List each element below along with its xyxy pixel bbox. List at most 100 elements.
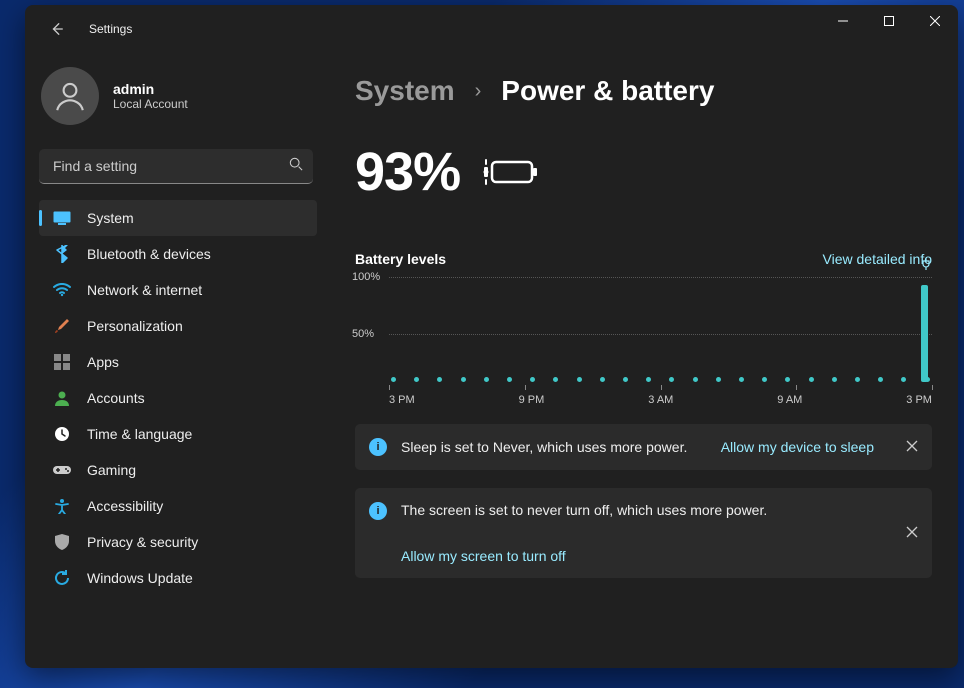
- breadcrumb: System › Power & battery: [355, 75, 932, 107]
- sidebar-item-label: Time & language: [87, 426, 192, 442]
- info-icon: i: [369, 438, 387, 456]
- chart-dot: [762, 377, 767, 382]
- x-tick: [389, 385, 390, 390]
- chart-dot: [809, 377, 814, 382]
- x-tick: [525, 385, 526, 390]
- battery-levels-header: Battery levels View detailed info: [355, 251, 932, 267]
- y-tick-100: 100%: [352, 271, 380, 283]
- person-icon: [53, 79, 87, 113]
- current-level-bar: [921, 285, 928, 382]
- app-title: Settings: [89, 22, 132, 36]
- x-tick: [661, 385, 662, 390]
- brush-icon: [53, 318, 71, 334]
- minimize-button[interactable]: [820, 5, 866, 37]
- plug-indicator-icon: [920, 258, 932, 273]
- battery-charging-icon: [482, 154, 538, 190]
- dismiss-button[interactable]: [906, 525, 918, 541]
- sidebar-item-gaming[interactable]: Gaming: [39, 452, 317, 488]
- update-icon: [53, 570, 71, 586]
- maximize-icon: [884, 16, 894, 26]
- chart-dot: [553, 377, 558, 382]
- sidebar-item-label: Windows Update: [87, 570, 193, 586]
- gamepad-icon: [53, 464, 71, 476]
- nav-list: System Bluetooth & devices Network & inter…: [39, 200, 317, 596]
- sidebar-item-privacy-security[interactable]: Privacy & security: [39, 524, 317, 560]
- chart-dot: [832, 377, 837, 382]
- sidebar-item-label: Accounts: [87, 390, 145, 406]
- info-action-link[interactable]: Allow my screen to turn off: [401, 548, 918, 564]
- sidebar-item-windows-update[interactable]: Windows Update: [39, 560, 317, 596]
- chart-dots: [389, 377, 932, 382]
- battery-chart[interactable]: 100% 50% 3 PM9 PM3 AM9 AM3 PM: [355, 277, 932, 406]
- close-icon: [906, 440, 918, 452]
- back-button[interactable]: [41, 13, 73, 45]
- maximize-button[interactable]: [866, 5, 912, 37]
- sidebar-item-time-language[interactable]: Time & language: [39, 416, 317, 452]
- sidebar-item-network-internet[interactable]: Network & internet: [39, 272, 317, 308]
- chart-dot: [623, 377, 628, 382]
- info-action-link[interactable]: Allow my device to sleep: [721, 439, 874, 455]
- sidebar-item-apps[interactable]: Apps: [39, 344, 317, 380]
- x-label: 3 PM: [389, 394, 415, 406]
- x-label: 3 PM: [906, 394, 932, 406]
- profile-block[interactable]: admin Local Account: [39, 53, 317, 145]
- content-area: System › Power & battery 93% Battery lev…: [325, 53, 958, 668]
- info-text: Sleep is set to Never, which uses more p…: [401, 439, 687, 455]
- chart-dot: [414, 377, 419, 382]
- caption-controls: [820, 5, 958, 53]
- close-icon: [906, 526, 918, 538]
- chart-dot: [669, 377, 674, 382]
- bluetooth-icon: [53, 245, 71, 263]
- search-icon: [289, 157, 303, 176]
- info-icon: i: [369, 502, 387, 520]
- chart-dot: [507, 377, 512, 382]
- chart-dot: [716, 377, 721, 382]
- breadcrumb-parent[interactable]: System: [355, 75, 455, 107]
- close-button[interactable]: [912, 5, 958, 37]
- x-tick: [796, 385, 797, 390]
- clock-icon: [53, 426, 71, 442]
- title-bar: Settings: [25, 5, 958, 53]
- user-name: admin: [113, 81, 188, 97]
- sidebar-item-label: Apps: [87, 354, 119, 370]
- page-title: Power & battery: [501, 75, 714, 107]
- back-arrow-icon: [50, 22, 64, 36]
- x-label: 9 PM: [519, 394, 545, 406]
- sidebar-item-label: System: [87, 210, 134, 226]
- x-tick: [932, 385, 933, 390]
- dismiss-button[interactable]: [906, 439, 918, 455]
- shield-icon: [53, 534, 71, 550]
- sidebar-item-personalization[interactable]: Personalization: [39, 308, 317, 344]
- avatar: [41, 67, 99, 125]
- chart-dot: [530, 377, 535, 382]
- view-detailed-info-link[interactable]: View detailed info: [823, 251, 932, 267]
- chart-dot: [577, 377, 582, 382]
- chart-dot: [785, 377, 790, 382]
- sidebar-item-accessibility[interactable]: Accessibility: [39, 488, 317, 524]
- settings-window: Settings admin Local Account: [25, 5, 958, 668]
- chart-dot: [739, 377, 744, 382]
- sidebar-item-label: Bluetooth & devices: [87, 246, 211, 262]
- close-icon: [930, 16, 940, 26]
- y-tick-50: 50%: [352, 328, 374, 340]
- chart-x-labels: 3 PM9 PM3 AM9 AM3 PM: [389, 394, 932, 406]
- chart-dot: [391, 377, 396, 382]
- section-title: Battery levels: [355, 251, 446, 267]
- search-box[interactable]: [39, 149, 313, 184]
- chart-dot: [600, 377, 605, 382]
- sidebar-item-system[interactable]: System: [39, 200, 317, 236]
- x-label: 9 AM: [777, 394, 802, 406]
- sidebar-item-label: Gaming: [87, 462, 136, 478]
- sidebar-item-label: Network & internet: [87, 282, 202, 298]
- sidebar-item-bluetooth-devices[interactable]: Bluetooth & devices: [39, 236, 317, 272]
- search-input[interactable]: [51, 157, 289, 175]
- info-cards: i Sleep is set to Never, which uses more …: [355, 424, 932, 578]
- chart-dot: [437, 377, 442, 382]
- chart-dot: [878, 377, 883, 382]
- sidebar: admin Local Account System Bluetooth & de…: [25, 53, 325, 668]
- chart-dot: [461, 377, 466, 382]
- system-icon: [53, 211, 71, 225]
- wifi-icon: [53, 283, 71, 297]
- sidebar-item-accounts[interactable]: Accounts: [39, 380, 317, 416]
- chart-x-ticks: [389, 385, 932, 390]
